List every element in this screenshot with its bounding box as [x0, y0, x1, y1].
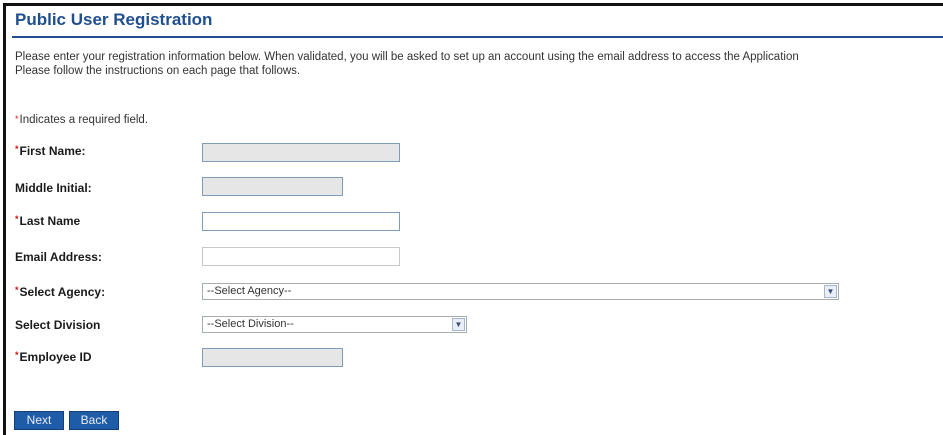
page-title: Public User Registration — [15, 10, 213, 29]
back-button[interactable]: Back — [69, 411, 119, 430]
first-name-label: *First Name: — [15, 144, 86, 158]
required-star: * — [15, 144, 19, 154]
intro-line-2: Please follow the instructions on each p… — [15, 65, 301, 77]
title-divider — [12, 36, 943, 38]
email-field[interactable] — [202, 247, 400, 266]
first-name-field[interactable] — [202, 143, 400, 162]
employee-id-label: *Employee ID — [15, 350, 92, 364]
registration-panel: Public User Registration Please enter yo… — [3, 3, 943, 435]
middle-initial-label: Middle Initial: — [15, 181, 92, 195]
intro-line-1: Please enter your registration informati… — [15, 51, 799, 63]
required-star: * — [15, 350, 19, 360]
middle-initial-field[interactable] — [202, 177, 343, 196]
required-note-text: Indicates a required field. — [19, 114, 149, 126]
division-selected-value: --Select Division-- — [207, 318, 294, 330]
required-star: * — [15, 114, 19, 124]
required-field-note: *Indicates a required field. — [15, 114, 148, 126]
agency-select[interactable]: --Select Agency-- ▼ — [202, 283, 839, 300]
division-label: Select Division — [15, 318, 101, 332]
email-label: Email Address: — [15, 250, 102, 264]
employee-id-field[interactable] — [202, 348, 343, 367]
chevron-down-icon[interactable]: ▼ — [452, 318, 465, 331]
required-star: * — [15, 214, 19, 224]
agency-label: *Select Agency: — [15, 285, 106, 299]
last-name-label: *Last Name — [15, 214, 81, 228]
chevron-down-icon[interactable]: ▼ — [824, 285, 837, 298]
intro-text: Please enter your registration informati… — [15, 50, 799, 78]
next-button[interactable]: Next — [14, 411, 64, 430]
agency-selected-value: --Select Agency-- — [207, 285, 292, 297]
last-name-field[interactable] — [202, 212, 400, 231]
division-select[interactable]: --Select Division-- ▼ — [202, 316, 467, 333]
required-star: * — [15, 285, 19, 295]
